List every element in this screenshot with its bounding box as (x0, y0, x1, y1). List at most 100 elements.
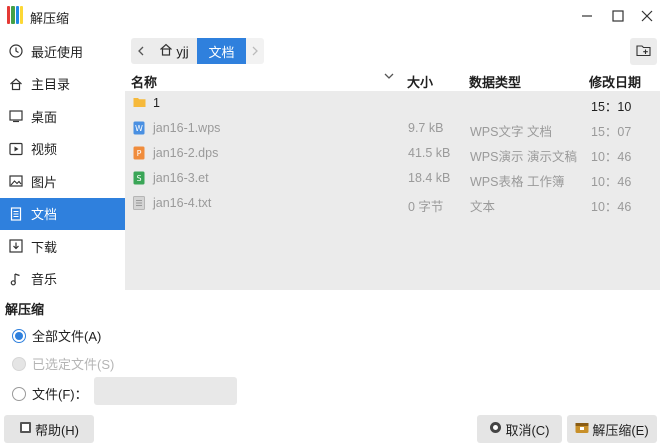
picture-icon (9, 174, 23, 188)
sidebar-item-label: 下载 (31, 239, 58, 255)
cancel-button-label: 取消(C) (505, 422, 550, 438)
file-size: 41.5 kB (408, 146, 451, 160)
clock-icon (9, 44, 23, 58)
wps-spreadsheet-icon: S (133, 171, 145, 185)
sidebar-item-label: 桌面 (31, 109, 58, 125)
file-type: WPS演示 演示文稿 (470, 150, 577, 164)
download-icon (9, 239, 23, 253)
sidebar-item-pictures[interactable]: 图片 (0, 165, 125, 198)
file-type: WPS文字 文档 (470, 125, 552, 139)
sidebar-item-home[interactable]: 主目录 (0, 68, 125, 101)
file-list-header: 名称 大小 数据类型 修改日期 (125, 67, 660, 91)
sidebar-item-desktop[interactable]: 桌面 (0, 100, 125, 133)
radio-selected-files: 已选定文件(S) (12, 354, 114, 373)
archive-icon (575, 421, 589, 437)
sidebar-item-documents[interactable]: 文档 (0, 197, 125, 230)
wps-writer-icon: W (133, 121, 145, 135)
file-size: 18.4 kB (408, 171, 451, 185)
window-title: 解压缩 (30, 11, 70, 26)
help-button[interactable]: 帮助(H) (4, 415, 94, 443)
music-icon (9, 272, 23, 286)
sidebar-item-label: 最近使用 (31, 44, 84, 60)
title-bar: 解压缩 (0, 0, 660, 32)
cancel-button[interactable]: 取消(C) (477, 415, 562, 443)
radio-files-pattern[interactable]: 文件(F)： (12, 384, 88, 403)
file-list[interactable]: 1 15：10 W jan16-1.wps 9.7 kB WPS文字 文档 15… (125, 91, 660, 290)
column-header-type[interactable]: 数据类型 (469, 72, 521, 91)
list-item[interactable]: S jan16-3.et 18.4 kB WPS表格 工作簿 10：46 (125, 166, 660, 191)
file-name: jan16-4.txt (153, 196, 212, 210)
minimize-icon[interactable] (576, 5, 598, 27)
file-name: jan16-2.dps (153, 146, 219, 160)
svg-text:P: P (137, 149, 142, 158)
list-item[interactable]: W jan16-1.wps 9.7 kB WPS文字 文档 15：07 (125, 116, 660, 141)
radio-button[interactable] (12, 328, 26, 343)
chevron-right-icon (251, 44, 259, 59)
places-sidebar: 最近使用 主目录 桌面 视频 图片 文档 下载 音乐 (0, 35, 125, 295)
sidebar-item-label: 文档 (31, 207, 58, 223)
sidebar-item-videos[interactable]: 视频 (0, 133, 125, 166)
video-icon (9, 142, 23, 156)
radio-label: 文件(F)： (32, 387, 88, 402)
radio-all-files[interactable]: 全部文件(A) (12, 326, 101, 345)
column-header-size[interactable]: 大小 (407, 72, 433, 91)
breadcrumb-home-label: yjj (176, 43, 189, 59)
files-pattern-input[interactable] (94, 377, 237, 405)
file-type: WPS表格 工作簿 (470, 175, 565, 189)
radio-button (12, 356, 26, 371)
file-date: 10：46 (591, 150, 632, 164)
radio-label: 全部文件(A) (32, 329, 102, 344)
file-date: 10：46 (591, 175, 632, 189)
sidebar-item-music[interactable]: 音乐 (0, 263, 125, 296)
document-icon (9, 207, 23, 221)
column-header-name[interactable]: 名称 (131, 72, 157, 91)
breadcrumb-current[interactable]: 文档 (197, 38, 246, 64)
file-type: 文本 (470, 200, 496, 214)
maximize-icon[interactable] (607, 5, 629, 27)
cancel-icon (489, 421, 502, 437)
home-icon (9, 77, 23, 91)
file-size: 9.7 kB (408, 121, 444, 135)
sidebar-item-label: 主目录 (31, 77, 71, 93)
home-icon (159, 43, 173, 59)
help-button-label: 帮助(H) (34, 422, 80, 438)
breadcrumb-home[interactable]: yjj (151, 38, 197, 64)
close-icon[interactable] (636, 5, 658, 27)
file-name: 1 (153, 96, 160, 110)
extract-button-label: 解压缩(E) (592, 422, 649, 438)
wps-presentation-icon: P (133, 146, 145, 160)
forward-button[interactable] (246, 38, 264, 64)
help-icon (19, 421, 32, 437)
sidebar-item-label: 音乐 (31, 272, 58, 288)
path-bar: yjj 文档 (131, 38, 264, 64)
list-item[interactable]: 1 15：10 (125, 91, 660, 116)
svg-text:S: S (136, 174, 141, 183)
extract-section-label: 解压缩 (5, 302, 45, 317)
radio-button[interactable] (12, 386, 26, 401)
text-file-icon (133, 196, 145, 210)
sidebar-item-label: 视频 (31, 142, 58, 158)
new-folder-icon (635, 43, 652, 60)
sort-chevron-down-icon[interactable] (383, 70, 395, 85)
file-date: 15：10 (591, 100, 632, 114)
file-size: 0 字节 (408, 200, 444, 214)
list-item[interactable]: jan16-4.txt 0 字节 文本 10：46 (125, 191, 660, 216)
sidebar-item-recent[interactable]: 最近使用 (0, 35, 125, 68)
column-header-date[interactable]: 修改日期 (589, 72, 641, 91)
file-name: jan16-3.et (153, 171, 209, 185)
file-name: jan16-1.wps (153, 121, 221, 135)
extract-button[interactable]: 解压缩(E) (567, 415, 657, 443)
sidebar-item-label: 图片 (31, 174, 58, 190)
radio-label: 已选定文件(S) (32, 357, 115, 372)
chevron-left-icon (137, 44, 145, 59)
sidebar-item-downloads[interactable]: 下载 (0, 230, 125, 263)
archive-app-icon (7, 6, 23, 24)
svg-text:W: W (135, 124, 143, 133)
folder-icon (133, 96, 146, 110)
file-date: 10：46 (591, 200, 632, 214)
new-folder-button[interactable] (630, 38, 657, 65)
list-item[interactable]: P jan16-2.dps 41.5 kB WPS演示 演示文稿 10：46 (125, 141, 660, 166)
desktop-icon (9, 109, 23, 123)
back-button[interactable] (131, 38, 151, 64)
file-date: 15：07 (591, 125, 632, 139)
